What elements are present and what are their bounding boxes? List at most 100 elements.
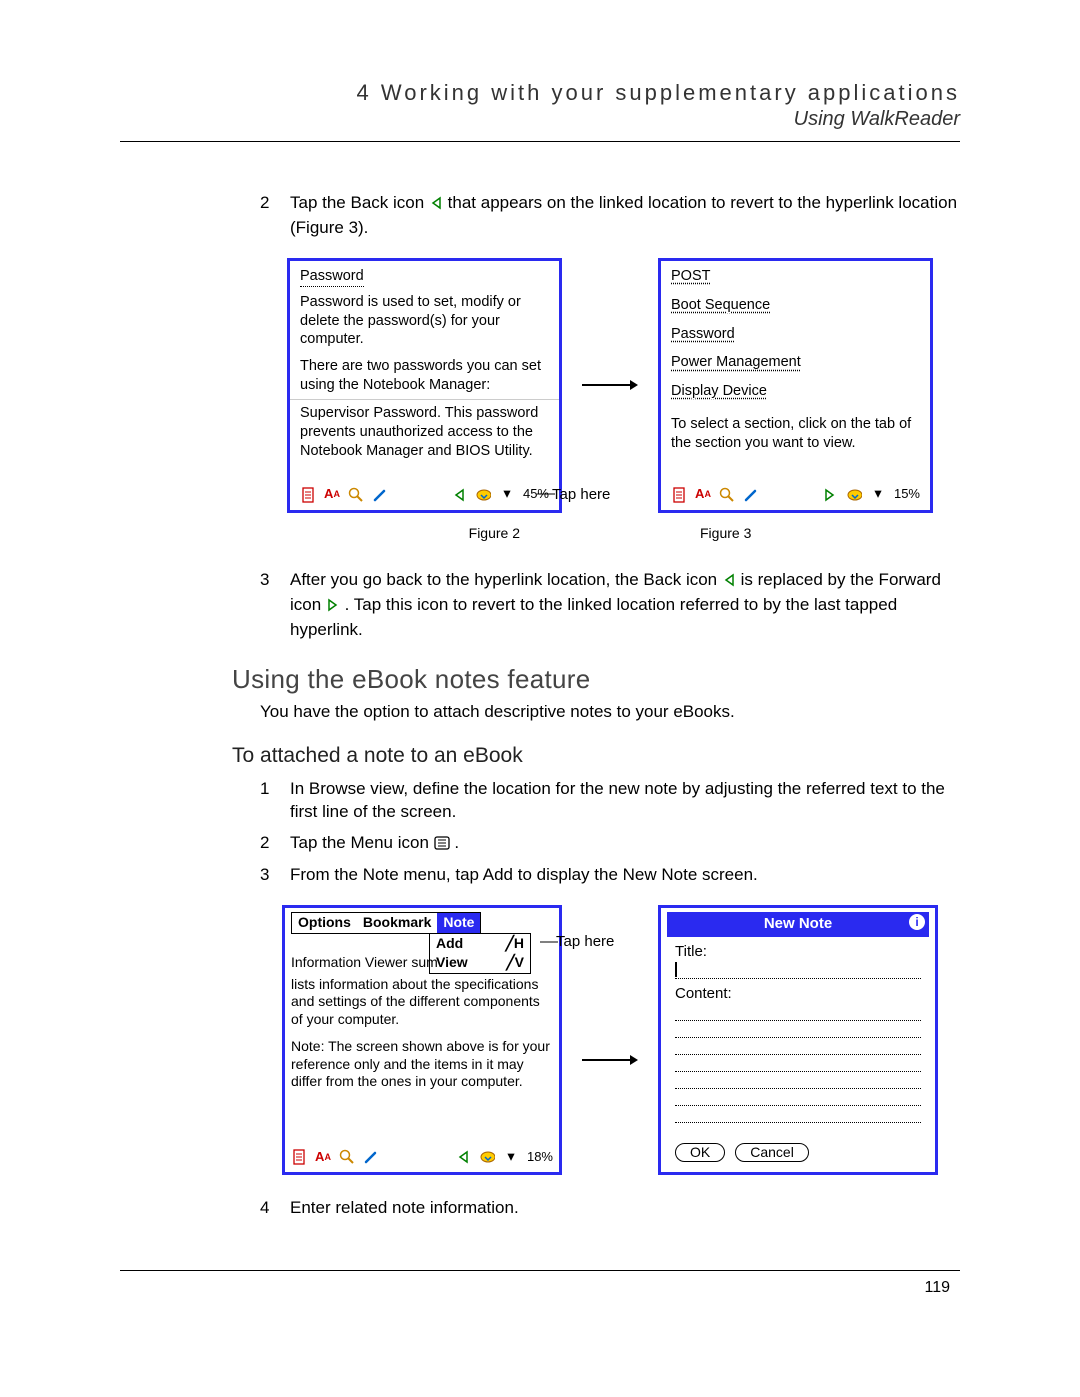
page-number: 119 [120, 1279, 960, 1297]
section-title: Using WalkReader [120, 108, 960, 131]
dropdown-icon: ▾ [503, 1149, 519, 1165]
tap-leader-line-2 [540, 941, 558, 943]
scroll-icon [475, 487, 491, 503]
back-nav-icon [451, 487, 467, 503]
fig3-item-1: Boot Sequence [671, 297, 770, 313]
toolbar: AA ▾ 18% [291, 1146, 553, 1168]
toolbar: AA ▾ 45% [300, 484, 549, 506]
font-icon: AA [315, 1149, 331, 1165]
back-icon [722, 571, 736, 594]
submenu-add: Add [436, 935, 463, 953]
search-icon [719, 487, 735, 503]
menu-icon [434, 834, 450, 857]
search-icon [339, 1149, 355, 1165]
forward-nav-icon [822, 487, 838, 503]
progress-pct: 15% [894, 486, 920, 503]
step3-post: . Tap this icon to revert to the linked … [290, 595, 897, 639]
step-2: 2 Tap the Back icon that appears on the … [260, 192, 960, 240]
content-line[interactable] [675, 1021, 921, 1038]
toolbar: AA ▾ 15% [671, 484, 920, 506]
content-line[interactable] [675, 1106, 921, 1123]
content-line[interactable] [675, 1089, 921, 1106]
ok-button[interactable]: OK [675, 1143, 725, 1163]
pen-icon [743, 487, 759, 503]
content-line[interactable] [675, 1004, 921, 1021]
chapter-title: 4 Working with your supplementary applic… [120, 80, 960, 106]
titlebar-text: New Note [764, 915, 832, 934]
menu-bookmark: Bookmark [357, 913, 437, 933]
doc-icon [300, 487, 316, 503]
step-number: 1 [260, 778, 290, 824]
step-number: 2 [260, 192, 290, 240]
footer-rule [120, 1270, 960, 1271]
figure-row-1: Password Password is used to set, modify… [260, 258, 960, 513]
fig3-item-4: Display Device [671, 383, 767, 399]
cancel-button[interactable]: Cancel [735, 1143, 809, 1163]
bg-para1: lists information about the specificatio… [291, 976, 553, 1029]
shortcut: ╱V [506, 954, 524, 972]
content-label: Content: [675, 985, 921, 1004]
attach-step-4: 4 Enter related note information. [260, 1197, 960, 1220]
attach-step-3: 3 From the Note menu, tap Add to display… [260, 864, 960, 887]
new-note-panel: New Note i Title: Content: [658, 905, 938, 1175]
figure2-panel: Password Password is used to set, modify… [287, 258, 562, 513]
fig3-item-0: POST [671, 268, 710, 284]
step-text: Enter related note information. [290, 1197, 960, 1220]
heading-notes-feature: Using the eBook notes feature [232, 664, 960, 695]
shortcut: ╱H [505, 935, 524, 953]
content-line[interactable] [675, 1072, 921, 1089]
note-submenu: Add ╱H View ╱V [429, 933, 531, 974]
figure-arrow [580, 1050, 640, 1070]
scroll-icon [479, 1149, 495, 1165]
figure-row-2: Options Bookmark Note Add ╱H View ╱V Infor… [260, 905, 960, 1175]
title-label: Title: [675, 943, 921, 962]
content-line[interactable] [675, 1038, 921, 1055]
caption-fig2: Figure 2 [469, 525, 520, 541]
content-line[interactable] [675, 1055, 921, 1072]
titlebar: New Note i [667, 912, 929, 937]
step-number: 4 [260, 1197, 290, 1220]
doc-icon [291, 1149, 307, 1165]
menu-panel: Options Bookmark Note Add ╱H View ╱V Infor… [282, 905, 562, 1175]
step-text: From the Note menu, tap Add to display t… [290, 864, 960, 887]
heading-attach-note: To attached a note to an eBook [232, 744, 960, 768]
figure-arrow [580, 375, 640, 395]
step-number: 2 [260, 832, 290, 857]
fig3-item-3: Power Management [671, 354, 801, 370]
pen-icon [372, 487, 388, 503]
progress-pct: 18% [527, 1149, 553, 1165]
doc-icon [671, 487, 687, 503]
dropdown-icon: ▾ [499, 487, 515, 503]
back-icon [429, 194, 443, 217]
tap-here-label-2: Tap here [556, 933, 614, 950]
bg-line1: Information Viewer sum [291, 954, 438, 972]
fig2-para1: Password is used to set, modify or delet… [300, 293, 549, 350]
step-number: 3 [260, 569, 290, 642]
tap-here-label: Tap here [552, 486, 610, 503]
caption-fig3: Figure 3 [700, 525, 751, 541]
title-field[interactable] [675, 962, 921, 979]
tap-leader-line [537, 493, 555, 495]
dropdown-icon: ▾ [870, 487, 886, 503]
fig3-footer: To select a section, click on the tab of… [671, 415, 920, 453]
pen-icon [363, 1149, 379, 1165]
submenu-view: View [436, 954, 468, 972]
step3-pre: After you go back to the hyperlink locat… [290, 570, 722, 589]
fig2-para2: There are two passwords you can set usin… [300, 357, 549, 395]
search-icon [348, 487, 364, 503]
step2-pre: Tap the Back icon [290, 193, 429, 212]
step-text: In Browse view, define the location for … [290, 778, 960, 824]
menu-options: Options [292, 913, 357, 933]
step-3: 3 After you go back to the hyperlink loc… [260, 569, 960, 642]
font-icon: AA [695, 487, 711, 503]
lead-text: You have the option to attach descriptiv… [260, 701, 960, 724]
menubar: Options Bookmark Note [291, 912, 481, 934]
fig3-item-2: Password [671, 326, 735, 342]
figure3-panel: POST Boot Sequence Password Power Manage… [658, 258, 933, 513]
attach-step-2: 2 Tap the Menu icon . [260, 832, 960, 857]
figure-captions-1: Figure 2 Figure 3 [260, 525, 960, 541]
back-nav-icon [455, 1149, 471, 1165]
fig2-para3: Supervisor Password. This password preve… [300, 404, 549, 461]
step-number: 3 [260, 864, 290, 887]
header-rule [120, 141, 960, 142]
